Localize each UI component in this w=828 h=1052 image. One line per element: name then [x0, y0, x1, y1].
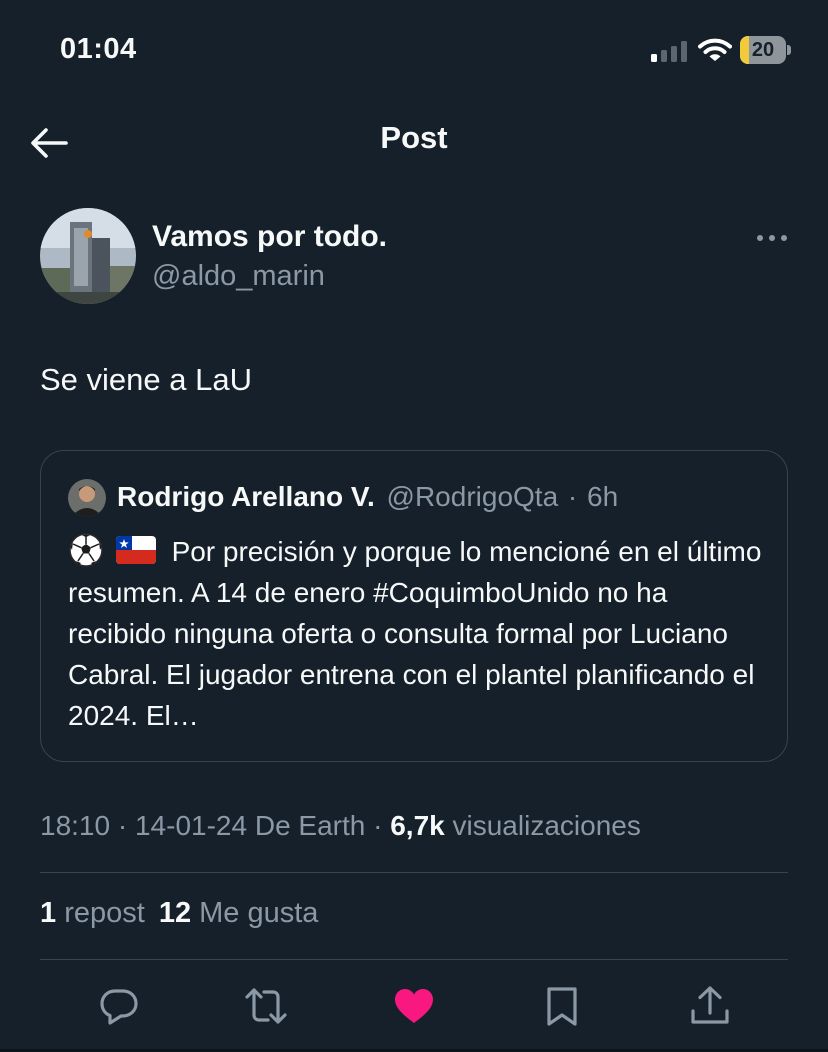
- views-label: visualizaciones: [452, 810, 641, 841]
- reply-icon: [100, 989, 138, 1025]
- post-time: 18:10: [40, 810, 111, 841]
- author-handle[interactable]: @aldo_marin: [152, 260, 325, 293]
- quoted-text: Por precisión y porque lo mencioné en el…: [68, 536, 762, 731]
- reposts-label: repost: [64, 897, 145, 929]
- quoted-age: 6h: [587, 481, 619, 512]
- signal-icon: [651, 40, 691, 62]
- post-meta: 18:10 · 14-01-24 De Earth · 6,7k visuali…: [40, 810, 641, 841]
- battery-level: 20: [751, 39, 775, 61]
- post-author: Vamos por todo. @aldo_marin: [40, 208, 800, 308]
- avatar[interactable]: [40, 208, 136, 304]
- post-text: Se viene a LaU: [40, 362, 252, 397]
- likes-stat[interactable]: 12 Me gusta: [159, 897, 319, 929]
- soccer-ball-emoji: [69, 533, 103, 567]
- bookmark-button[interactable]: [540, 984, 584, 1028]
- quoted-separator: ·: [567, 481, 578, 512]
- page-title: Post: [380, 120, 448, 155]
- quoted-header: Rodrigo Arellano V. @RodrigoQta · 6h: [117, 481, 618, 513]
- repost-button[interactable]: [244, 984, 288, 1028]
- battery-icon: 20: [740, 36, 792, 64]
- nav-header: Post: [0, 100, 828, 182]
- author-display-name[interactable]: Vamos por todo.: [152, 220, 387, 254]
- reposts-count: 1: [40, 897, 57, 929]
- reply-button[interactable]: [97, 984, 141, 1028]
- like-button[interactable]: [392, 984, 436, 1028]
- views-count: 6,7k: [390, 810, 445, 841]
- likes-label: Me gusta: [199, 897, 319, 929]
- more-button[interactable]: [752, 218, 792, 258]
- divider: [40, 872, 788, 873]
- likes-count: 12: [158, 897, 192, 929]
- repost-icon: [245, 988, 287, 1024]
- share-icon: [691, 986, 729, 1024]
- reposts-stat[interactable]: 1 repost: [40, 897, 145, 929]
- bookmark-icon: [547, 987, 577, 1026]
- share-button[interactable]: [688, 984, 732, 1028]
- quoted-body: Por precisión y porque lo mencioné en el…: [68, 531, 768, 736]
- quoted-post[interactable]: Rodrigo Arellano V. @RodrigoQta · 6h Por…: [40, 450, 788, 762]
- chile-flag-emoji: [115, 536, 156, 564]
- divider: [40, 959, 788, 960]
- wifi-icon: [698, 38, 732, 61]
- post-stats: 1 repost 12 Me gusta: [40, 897, 318, 930]
- quoted-display-name[interactable]: Rodrigo Arellano V.: [117, 481, 375, 512]
- post-date: 14-01-24: [134, 810, 248, 841]
- status-bar: 01:04 20: [0, 0, 828, 100]
- more-horizontal-icon: [757, 235, 787, 241]
- post-source: De Earth: [254, 810, 366, 841]
- quoted-handle[interactable]: @RodrigoQta: [387, 481, 559, 512]
- status-time: 01:04: [60, 33, 137, 65]
- quoted-avatar[interactable]: [68, 479, 106, 517]
- like-icon: [395, 989, 433, 1023]
- post-screen: 01:04 20 Post Vamos por todo. @aldo_mari…: [0, 0, 828, 1052]
